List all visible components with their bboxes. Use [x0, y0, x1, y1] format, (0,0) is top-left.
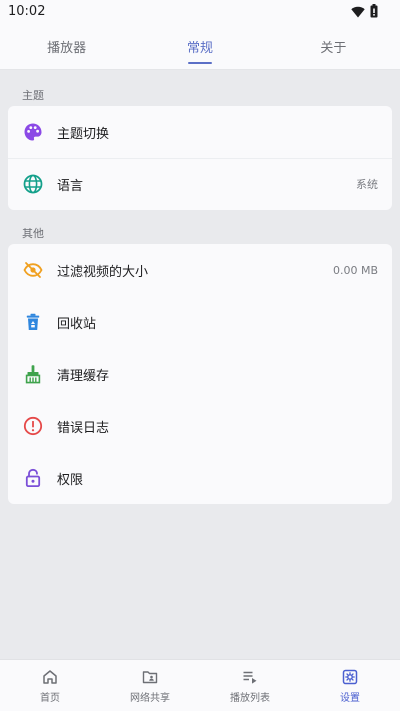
- clear-cache-row[interactable]: 清理缓存: [8, 348, 392, 400]
- theme-settings-card: 主题切换 语言 系统: [8, 106, 392, 210]
- language-row[interactable]: 语言 系统: [8, 158, 392, 210]
- palette-icon: [22, 121, 44, 143]
- filter-video-size-label: 过滤视频的大小: [57, 264, 149, 280]
- wifi-icon: [351, 3, 365, 22]
- nav-playlist[interactable]: 播放列表: [200, 660, 300, 711]
- section-header-other: 其他: [22, 227, 44, 240]
- error-log-label: 错误日志: [57, 420, 110, 436]
- theme-switch-row[interactable]: 主题切换: [8, 106, 392, 158]
- nav-settings-label: 设置: [340, 692, 360, 704]
- nav-home[interactable]: 首页: [0, 660, 100, 711]
- lock-icon: [22, 467, 44, 489]
- globe-icon: [22, 173, 44, 195]
- filter-video-size-value: 0.00 MB: [332, 263, 378, 277]
- other-settings-card: 过滤视频的大小 0.00 MB 回收站 清理缓存 错误日志 权限: [8, 244, 392, 504]
- settings-icon: [341, 668, 359, 686]
- error-log-row[interactable]: 错误日志: [8, 400, 392, 452]
- clear-cache-label: 清理缓存: [57, 368, 110, 384]
- theme-switch-label: 主题切换: [57, 126, 110, 142]
- permissions-row[interactable]: 权限: [8, 452, 392, 504]
- status-icons: [351, 3, 378, 22]
- tab-about[interactable]: 关于: [267, 24, 400, 69]
- permissions-label: 权限: [57, 472, 84, 488]
- tab-general[interactable]: 常规: [133, 24, 266, 69]
- nav-home-label: 首页: [40, 692, 60, 704]
- network-share-folder-icon: [141, 668, 159, 686]
- status-time: 10:02: [8, 4, 46, 19]
- alert-circle-icon: [22, 415, 44, 437]
- language-value: 系统: [356, 178, 378, 191]
- broom-icon: [22, 363, 44, 385]
- nav-settings[interactable]: 设置: [300, 660, 400, 711]
- home-icon: [41, 668, 59, 686]
- tab-player[interactable]: 播放器: [0, 24, 133, 69]
- language-label: 语言: [57, 178, 84, 194]
- recycle-bin-label: 回收站: [57, 316, 97, 332]
- section-header-theme: 主题: [22, 89, 44, 102]
- recycle-bin-row[interactable]: 回收站: [8, 296, 392, 348]
- bottom-navigation: 首页 网络共享 播放列表 设置: [0, 659, 400, 711]
- status-bar: 10:02: [0, 0, 400, 24]
- battery-icon: [370, 3, 378, 22]
- nav-network-share-label: 网络共享: [130, 692, 170, 704]
- playlist-icon: [241, 668, 259, 686]
- nav-network-share[interactable]: 网络共享: [100, 660, 200, 711]
- eye-off-icon: [22, 259, 44, 281]
- nav-playlist-label: 播放列表: [230, 692, 270, 704]
- filter-video-size-row[interactable]: 过滤视频的大小 0.00 MB: [8, 244, 392, 296]
- recycle-bin-icon: [22, 311, 44, 333]
- top-tab-bar: 播放器 常规 关于: [0, 24, 400, 70]
